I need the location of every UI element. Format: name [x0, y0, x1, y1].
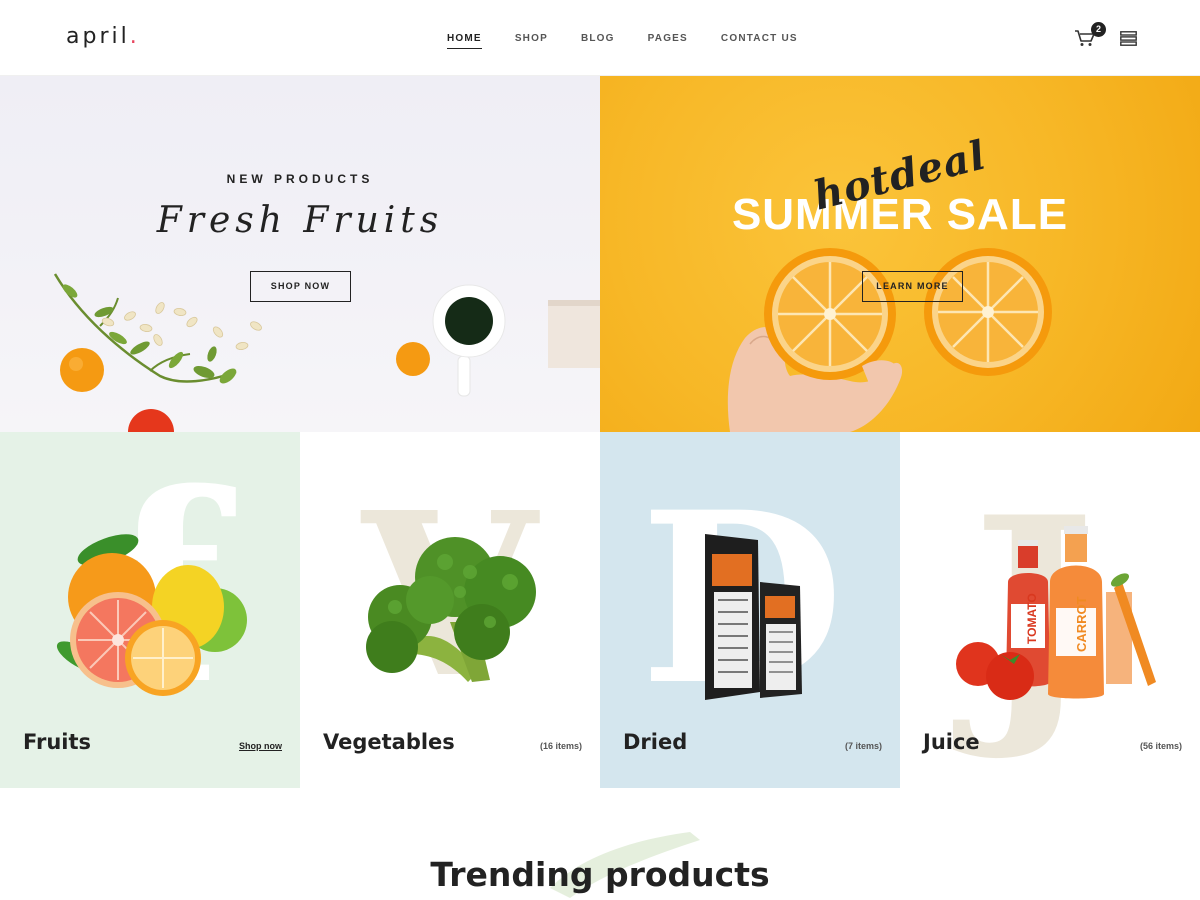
category-name: Juice [923, 730, 980, 754]
tomato-label: TOMATO [1025, 593, 1039, 644]
menu-icon[interactable] [1120, 31, 1137, 46]
nav-shop[interactable]: SHOP [515, 33, 548, 44]
logo[interactable]: april. [66, 24, 140, 49]
nav-pages[interactable]: PAGES [648, 33, 688, 44]
category-item-count: (7 items) [844, 741, 882, 751]
carrot-label: CARROT [1074, 596, 1089, 652]
hero-summer-sale: SUMMER SALE hotdeal LEARN MORE [600, 76, 1200, 432]
category-juice[interactable]: J TOMATO CARROT Juice (56 items) [900, 432, 1200, 788]
category-shop-now-link[interactable]: Shop now [239, 741, 282, 751]
category-vegetables[interactable]: V Vegetables (16 items) [300, 432, 600, 788]
main-nav: HOME SHOP BLOG PAGES CONTACT US [447, 33, 831, 49]
category-name: Vegetables [323, 730, 455, 754]
nav-home[interactable]: HOME [447, 33, 482, 49]
shop-now-button[interactable]: SHOP NOW [250, 271, 351, 302]
hero-kicker: NEW PRODUCTS [226, 172, 374, 186]
category-item-count: (16 items) [539, 741, 582, 751]
nav-contact[interactable]: CONTACT US [721, 33, 798, 44]
trending-products-heading: Trending products [430, 855, 770, 894]
hero-orange-image [727, 248, 1052, 432]
hero-fresh-fruits: NEW PRODUCTS Fresh Fruits SHOP NOW [0, 76, 600, 432]
learn-more-button[interactable]: LEARN MORE [862, 271, 963, 302]
logo-dot: . [129, 24, 140, 49]
logo-text: april [66, 24, 130, 49]
nav-blog[interactable]: BLOG [581, 33, 615, 44]
site-header: april. HOME SHOP BLOG PAGES CONTACT US 2 [0, 0, 1200, 76]
category-item-count: (56 items) [1139, 741, 1182, 751]
category-name: Dried [623, 730, 688, 754]
cart-count-badge: 2 [1091, 22, 1106, 37]
category-fruits[interactable]: f Fruits Shop now [0, 432, 300, 788]
hero-title: Fresh Fruits [156, 200, 444, 241]
category-name: Fruits [23, 730, 92, 754]
category-dried[interactable]: D Dried (7 items) [600, 432, 900, 788]
hero-fruits-image [53, 273, 600, 432]
